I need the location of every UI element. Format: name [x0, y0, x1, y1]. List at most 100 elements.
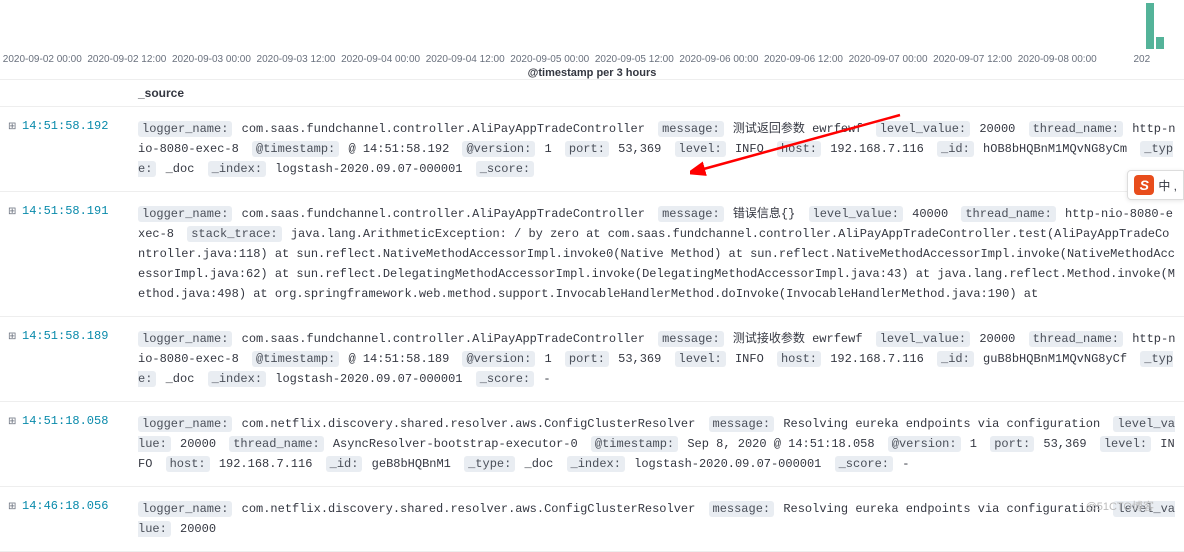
field-key: _id:	[326, 456, 363, 472]
expand-row-icon[interactable]: ⊞	[8, 416, 18, 428]
field-key: thread_name:	[1029, 331, 1123, 347]
time-column-header[interactable]	[0, 80, 130, 106]
row-timestamp[interactable]: ⊞14:51:58.191	[0, 198, 130, 310]
field-value: 1	[970, 437, 984, 451]
field-value: @ 14:51:58.189	[348, 352, 456, 366]
field-key: message:	[658, 121, 724, 137]
x-axis-ticks: 2020-09-02 00:002020-09-02 12:002020-09-…	[0, 54, 1184, 65]
field-key: level:	[1100, 436, 1151, 452]
field-value: 53,369	[1043, 437, 1093, 451]
field-key: _id:	[937, 351, 974, 367]
field-value: 错误信息{}	[733, 207, 803, 221]
field-value: logstash-2020.09.07-000001	[634, 457, 828, 471]
source-column-header[interactable]: _source	[130, 80, 1184, 106]
ime-badge[interactable]: S 中 ,	[1127, 170, 1184, 200]
x-tick: 2020-09-03 12:00	[254, 54, 339, 65]
field-value: logstash-2020.09.07-000001	[275, 162, 469, 176]
field-key: port:	[565, 351, 609, 367]
row-timestamp[interactable]: ⊞14:46:18.056	[0, 493, 130, 545]
field-value: 192.168.7.116	[830, 352, 931, 366]
expand-row-icon[interactable]: ⊞	[8, 206, 18, 218]
field-key: _score:	[476, 371, 534, 387]
field-value: hOB8bHQBnM1MQvNG8yCm	[983, 142, 1134, 156]
field-key: level_value:	[876, 331, 970, 347]
field-key: port:	[990, 436, 1034, 452]
field-value: logstash-2020.09.07-000001	[275, 372, 469, 386]
field-key: @timestamp:	[252, 141, 339, 157]
field-value: com.netflix.discovery.shared.resolver.aw…	[242, 502, 703, 516]
field-value: geB8bHQBnM1	[372, 457, 458, 471]
x-tick: 2020-09-04 12:00	[423, 54, 508, 65]
field-value: 20000	[979, 122, 1022, 136]
field-value: -	[902, 457, 909, 471]
expand-row-icon[interactable]: ⊞	[8, 501, 18, 513]
field-value: 192.168.7.116	[219, 457, 320, 471]
row-source[interactable]: logger_name: com.netflix.discovery.share…	[130, 408, 1184, 480]
table-row: ⊞14:51:58.192logger_name: com.saas.fundc…	[0, 107, 1184, 192]
field-key: @version:	[462, 141, 535, 157]
row-timestamp[interactable]: ⊞14:51:58.189	[0, 323, 130, 395]
x-axis-label: @timestamp per 3 hours	[0, 67, 1184, 79]
field-key: host:	[777, 351, 821, 367]
x-tick: 2020-09-06 00:00	[677, 54, 762, 65]
x-tick: 2020-09-05 00:00	[507, 54, 592, 65]
field-value: INFO	[735, 352, 771, 366]
field-value: 20000	[979, 332, 1022, 346]
field-key: host:	[166, 456, 210, 472]
field-key: @timestamp:	[591, 436, 678, 452]
field-value: INFO	[735, 142, 771, 156]
field-value: 20000	[180, 522, 216, 536]
x-tick: 2020-09-02 00:00	[0, 54, 85, 65]
field-value: -	[543, 372, 550, 386]
field-value: com.saas.fundchannel.controller.AliPayAp…	[242, 332, 652, 346]
row-source[interactable]: logger_name: com.saas.fundchannel.contro…	[130, 198, 1184, 310]
field-key: thread_name:	[961, 206, 1055, 222]
field-key: logger_name:	[138, 206, 232, 222]
field-value: guB8bHQBnM1MQvNG8yCf	[983, 352, 1134, 366]
field-key: stack_trace:	[187, 226, 281, 242]
x-tick: 2020-09-05 12:00	[592, 54, 677, 65]
field-value: Resolving eureka endpoints via configura…	[783, 502, 1107, 516]
field-value: 1	[545, 142, 559, 156]
field-key: logger_name:	[138, 121, 232, 137]
table-row: ⊞14:51:18.058logger_name: com.netflix.di…	[0, 402, 1184, 487]
x-tick: 2020-09-03 00:00	[169, 54, 254, 65]
timestamp-histogram[interactable]: 2020-09-02 00:002020-09-02 12:002020-09-…	[0, 0, 1184, 80]
field-value: 1	[545, 352, 559, 366]
row-source[interactable]: logger_name: com.saas.fundchannel.contro…	[130, 323, 1184, 395]
field-key: _index:	[567, 456, 625, 472]
field-value: _doc	[166, 162, 202, 176]
field-key: @version:	[888, 436, 961, 452]
field-value: com.saas.fundchannel.controller.AliPayAp…	[242, 207, 652, 221]
field-key: logger_name:	[138, 331, 232, 347]
row-source[interactable]: logger_name: com.netflix.discovery.share…	[130, 493, 1184, 545]
field-value: _doc	[525, 457, 561, 471]
field-value: @ 14:51:58.192	[348, 142, 456, 156]
expand-row-icon[interactable]: ⊞	[8, 121, 18, 133]
field-value: java.lang.ArithmeticException: / by zero…	[138, 227, 1175, 301]
field-value: AsyncResolver-bootstrap-executor-0	[333, 437, 585, 451]
field-key: _id:	[937, 141, 974, 157]
field-value: 53,369	[618, 352, 668, 366]
field-key: _type:	[464, 456, 515, 472]
field-key: logger_name:	[138, 501, 232, 517]
histogram-bars	[1146, 3, 1164, 49]
table-header: _source	[0, 80, 1184, 107]
field-key: port:	[565, 141, 609, 157]
row-timestamp[interactable]: ⊞14:51:58.192	[0, 113, 130, 185]
field-key: level:	[675, 141, 726, 157]
field-key: thread_name:	[229, 436, 323, 452]
ime-logo-icon: S	[1134, 175, 1154, 195]
row-timestamp[interactable]: ⊞14:51:18.058	[0, 408, 130, 480]
field-value: 测试接收参数 ewrfewf	[733, 332, 870, 346]
row-source[interactable]: logger_name: com.saas.fundchannel.contro…	[130, 113, 1184, 185]
field-key: level_value:	[809, 206, 903, 222]
field-key: thread_name:	[1029, 121, 1123, 137]
x-tick: 202	[1100, 54, 1184, 65]
expand-row-icon[interactable]: ⊞	[8, 331, 18, 343]
field-key: host:	[777, 141, 821, 157]
field-key: @timestamp:	[252, 351, 339, 367]
field-key: @version:	[462, 351, 535, 367]
field-value: Resolving eureka endpoints via configura…	[783, 417, 1107, 431]
x-tick: 2020-09-02 12:00	[85, 54, 170, 65]
